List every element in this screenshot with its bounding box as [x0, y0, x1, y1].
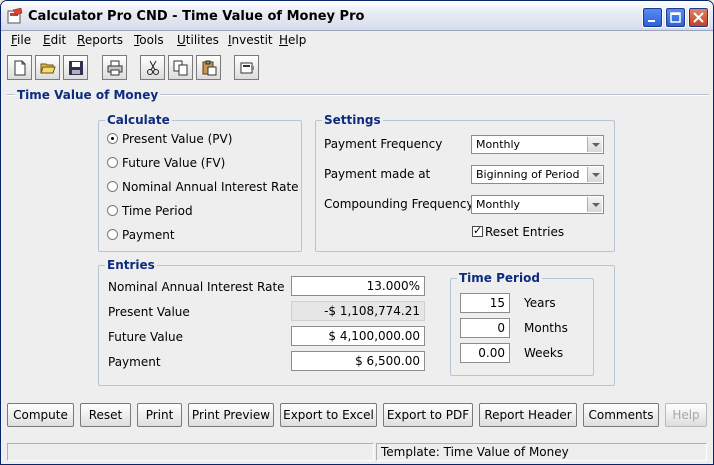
- chevron-down-icon: [587, 167, 602, 182]
- calculator-app-icon: [7, 7, 23, 24]
- status-left: [7, 443, 374, 461]
- years-field[interactable]: 15: [460, 293, 510, 313]
- window-title: Calculator Pro CND - Time Value of Money…: [28, 9, 365, 24]
- radio-interest-rate[interactable]: Nominal Annual Interest Rate: [107, 180, 299, 198]
- payment-made-at-select[interactable]: Biginning of Period: [471, 165, 604, 184]
- compounding-frequency-label: Compounding Frequency: [324, 197, 474, 211]
- print-action-button[interactable]: Print: [137, 403, 182, 427]
- calculator-button[interactable]: [234, 55, 259, 80]
- app-window: Calculator Pro CND - Time Value of Money…: [0, 0, 714, 465]
- status-bar: Template: Time Value of Money: [1, 442, 713, 464]
- save-button[interactable]: [63, 55, 88, 80]
- cut-button[interactable]: [140, 55, 165, 80]
- calculate-group-title: Calculate: [105, 113, 172, 127]
- status-template: Template: Time Value of Money: [376, 443, 707, 461]
- chevron-down-icon: [587, 137, 602, 152]
- entries-group: Entries Nominal Annual Interest Rate 13.…: [98, 258, 615, 386]
- future-value-label: Future Value: [108, 330, 183, 344]
- checkbox-checked-icon: [472, 224, 483, 237]
- export-pdf-button[interactable]: Export to PDF: [383, 403, 473, 427]
- menu-bar: File Edit Reports Tools Utilites Investi…: [1, 31, 713, 51]
- entries-group-title: Entries: [105, 258, 157, 272]
- radio-present-value[interactable]: Present Value (PV): [107, 132, 232, 150]
- copy-button[interactable]: [168, 55, 193, 80]
- settings-group: Settings Payment Frequency Monthly Payme…: [315, 113, 615, 252]
- menu-utilites[interactable]: Utilites: [177, 33, 219, 47]
- report-header-button[interactable]: Report Header: [479, 403, 577, 427]
- main-content: Time Value of Money Calculate Present Va…: [1, 85, 713, 441]
- radio-unselected-icon: [107, 157, 118, 168]
- payment-field[interactable]: $ 6,500.00: [291, 351, 425, 371]
- minimize-icon: [648, 20, 655, 22]
- radio-payment[interactable]: Payment: [107, 228, 175, 246]
- time-period-group-title: Time Period: [457, 271, 542, 285]
- paste-icon: [202, 60, 217, 76]
- radio-time-period[interactable]: Time Period: [107, 204, 193, 222]
- cut-scissors-icon: [147, 60, 159, 75]
- maximize-button[interactable]: [665, 7, 686, 28]
- months-field[interactable]: 0: [460, 318, 510, 338]
- radio-unselected-icon: [107, 181, 118, 192]
- radio-selected-icon: [107, 133, 118, 144]
- months-label: Months: [524, 321, 568, 335]
- close-button[interactable]: [688, 7, 709, 28]
- menu-edit[interactable]: Edit: [43, 33, 66, 47]
- payment-frequency-label: Payment Frequency: [324, 137, 443, 151]
- open-folder-button[interactable]: [35, 55, 60, 80]
- payment-made-at-label: Payment made at: [324, 167, 431, 181]
- radio-unselected-icon: [107, 205, 118, 216]
- print-button[interactable]: [102, 55, 127, 80]
- radio-future-value[interactable]: Future Value (FV): [107, 156, 225, 174]
- action-button-bar: Compute Reset Print Print Preview Export…: [1, 401, 713, 429]
- reset-button[interactable]: Reset: [80, 403, 131, 427]
- close-icon: [693, 12, 704, 23]
- future-value-field[interactable]: $ 4,100,000.00: [291, 326, 425, 346]
- compute-button[interactable]: Compute: [7, 403, 74, 427]
- interest-rate-field[interactable]: 13.000%: [291, 276, 425, 296]
- weeks-field[interactable]: 0.00: [460, 343, 510, 363]
- maximize-icon: [670, 12, 681, 23]
- new-document-icon: [14, 60, 26, 76]
- export-excel-button[interactable]: Export to Excel: [280, 403, 377, 427]
- time-period-group: Time Period 15 Years 0 Months 0.00 Weeks: [450, 271, 594, 376]
- payment-frequency-select[interactable]: Monthly: [471, 135, 604, 154]
- settings-group-title: Settings: [322, 113, 383, 127]
- panel-title: Time Value of Money: [15, 88, 161, 102]
- open-folder-icon: [40, 63, 56, 74]
- calculator-icon: [240, 62, 254, 74]
- toolbar: [1, 52, 713, 84]
- comments-button[interactable]: Comments: [583, 403, 659, 427]
- interest-rate-label: Nominal Annual Interest Rate: [108, 280, 285, 294]
- payment-label: Payment: [108, 355, 161, 369]
- calculate-group: Calculate Present Value (PV) Future Valu…: [98, 113, 302, 252]
- menu-reports[interactable]: Reports: [77, 33, 123, 47]
- radio-unselected-icon: [107, 229, 118, 240]
- print-icon: [107, 60, 123, 76]
- copy-icon: [173, 60, 188, 76]
- new-document-button[interactable]: [7, 55, 32, 80]
- print-preview-button[interactable]: Print Preview: [188, 403, 274, 427]
- present-value-label: Present Value: [108, 305, 190, 319]
- menu-tools[interactable]: Tools: [134, 33, 164, 47]
- title-bar[interactable]: Calculator Pro CND - Time Value of Money…: [1, 1, 713, 31]
- menu-investit[interactable]: Investit: [228, 33, 273, 47]
- help-button: Help: [665, 403, 707, 427]
- chevron-down-icon: [587, 197, 602, 212]
- years-label: Years: [524, 296, 556, 310]
- compounding-frequency-select[interactable]: Monthly: [471, 195, 604, 214]
- weeks-label: Weeks: [524, 346, 564, 360]
- menu-help[interactable]: Help: [279, 33, 306, 47]
- reset-entries-checkbox[interactable]: Reset Entries: [472, 224, 564, 239]
- minimize-button[interactable]: [642, 7, 663, 28]
- present-value-field: -$ 1,108,774.21: [291, 301, 425, 321]
- save-disk-icon: [69, 61, 83, 75]
- paste-button[interactable]: [196, 55, 221, 80]
- menu-file[interactable]: File: [11, 33, 31, 47]
